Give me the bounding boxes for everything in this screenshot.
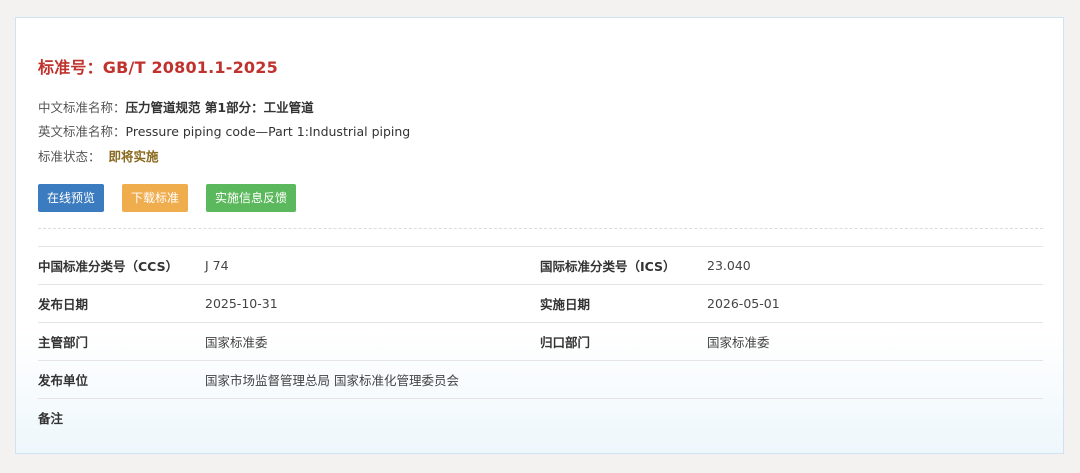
table-row: 发布单位 国家市场监督管理总局 国家标准化管理委员会 bbox=[38, 360, 1043, 398]
action-buttons: 在线预览 下载标准 实施信息反馈 bbox=[38, 184, 314, 212]
ics-label: 国际标准分类号（ICS） bbox=[540, 259, 676, 274]
table-row: 主管部门 国家标准委 归口部门 国家标准委 bbox=[38, 322, 1043, 360]
table-row: 发布日期 2025-10-31 实施日期 2026-05-01 bbox=[38, 284, 1043, 322]
cn-name-label: 中文标准名称： bbox=[38, 100, 126, 115]
remarks-label: 备注 bbox=[38, 411, 64, 426]
online-preview-button[interactable]: 在线预览 bbox=[38, 184, 105, 212]
standard-number-title: 标准号：GB/T 20801.1-2025 bbox=[38, 58, 278, 77]
competent-dept-label: 主管部门 bbox=[38, 335, 89, 350]
details-table: 中国标准分类号（CCS） J 74 国际标准分类号（ICS） 23.040 发布… bbox=[38, 246, 1043, 436]
implement-date-value: 2026-05-01 bbox=[707, 296, 780, 311]
status-badge: 即将实施 bbox=[108, 149, 159, 164]
en-name-label: 英文标准名称： bbox=[38, 124, 126, 139]
status-row: 标准状态： 即将实施 bbox=[38, 146, 158, 165]
publish-date-label: 发布日期 bbox=[38, 297, 89, 312]
en-name-row: 英文标准名称：Pressure piping code—Part 1:Indus… bbox=[38, 121, 410, 140]
issuer-label: 发布单位 bbox=[38, 373, 89, 388]
competent-dept-value: 国家标准委 bbox=[205, 335, 268, 350]
table-row: 中国标准分类号（CCS） J 74 国际标准分类号（ICS） 23.040 bbox=[38, 246, 1043, 284]
centralized-dept-label: 归口部门 bbox=[540, 335, 591, 350]
feedback-button[interactable]: 实施信息反馈 bbox=[206, 184, 297, 212]
en-name-value: Pressure piping code—Part 1:Industrial p… bbox=[125, 124, 411, 139]
section-divider bbox=[38, 228, 1043, 229]
issuer-value: 国家市场监督管理总局 国家标准化管理委员会 bbox=[205, 373, 459, 388]
cn-name-row: 中文标准名称：压力管道规范 第1部分：工业管道 bbox=[38, 97, 314, 116]
implement-date-label: 实施日期 bbox=[540, 297, 591, 312]
ics-value: 23.040 bbox=[707, 258, 751, 273]
table-row: 备注 bbox=[38, 398, 1043, 436]
centralized-dept-value: 国家标准委 bbox=[707, 335, 770, 350]
ccs-value: J 74 bbox=[205, 258, 229, 273]
download-standard-button[interactable]: 下载标准 bbox=[122, 184, 189, 212]
status-label: 标准状态： bbox=[38, 149, 101, 164]
publish-date-value: 2025-10-31 bbox=[205, 296, 278, 311]
cn-name-value: 压力管道规范 第1部分：工业管道 bbox=[125, 100, 314, 115]
ccs-label: 中国标准分类号（CCS） bbox=[38, 259, 179, 274]
standard-detail-card: 标准号：GB/T 20801.1-2025 中文标准名称：压力管道规范 第1部分… bbox=[15, 17, 1064, 454]
